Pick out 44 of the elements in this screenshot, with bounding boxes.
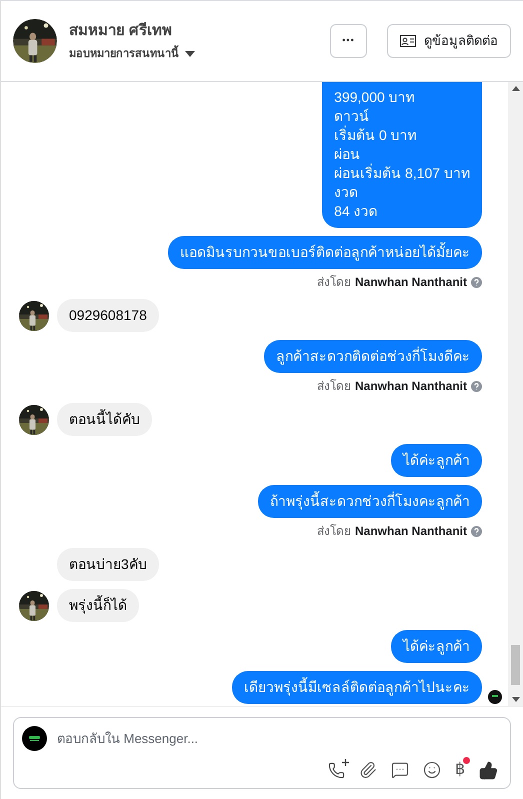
message-text: แอดมินรบกวนขอเบอร์ติดต่อลูกค้าหน่อยได้มั้ยคะ [180,243,470,262]
sent-by-label: ส่งโดย [316,274,351,291]
saved-replies-icon[interactable] [391,761,409,779]
reply-input-field[interactable]: ตอบกลับใน Messenger... [57,728,502,748]
scrollbar[interactable] [508,82,523,706]
message-bubble: 0929608178 [57,299,159,332]
scroll-up-arrow-icon[interactable] [512,86,520,91]
message-bubble: พรุ่งนี้ก็ได้ [57,589,139,622]
message-text: ลูกค้าสะดวกติดต่อช่วงกี่โมงดีคะ [276,347,470,366]
payment-button[interactable]: ฿ [455,761,465,778]
message-text: ได้ค่ะลูกค้า [403,637,470,656]
help-icon [471,380,482,392]
message-text: ถ้าพรุ่งนี้สะดวกช่วงกี่โมงคะลูกค้า [270,492,470,511]
sent-by-label: ส่งโดย [316,523,351,540]
contact-name: สมหมาย ศรีเทพ [69,20,174,40]
view-contact-button[interactable]: ดูข้อมูลติดต่อ [387,24,511,58]
sender-name: Nanwhan Nanthanit [354,274,467,291]
message-text: 399,000 บาท [334,88,416,107]
scroll-down-arrow-icon[interactable] [512,697,520,702]
more-button[interactable]: ••• [330,24,367,58]
assign-conversation-dropdown[interactable]: มอบหมายการสนทนานี้ [69,46,195,62]
message-text: ผ่อน [334,145,362,164]
message-bubble: ตอนบ่าย3คับ [57,548,159,581]
sender-name: Nanwhan Nanthanit [354,378,467,395]
seen-avatar-icon [488,690,502,704]
message-text: ได้ค่ะลูกค้า [403,451,470,470]
sent-by-label: ส่งโดย [316,378,351,395]
message-text: เริ่มต้น 0 บาท [334,126,418,145]
attach-icon[interactable] [359,761,377,779]
caret-icon [185,51,195,58]
message-text: 84 งวด [334,202,379,221]
help-icon [471,276,482,288]
emoji-icon[interactable] [423,761,441,779]
like-icon[interactable] [479,760,498,780]
page-logo-icon [22,726,47,751]
contact-card-icon [400,35,416,47]
message-text: เดียวพรุ่งนี้มีเซลล์ติดต่อลูกค้าไปนะคะ [244,678,470,697]
message-text: ดาวน์ [334,107,370,126]
help-icon [471,526,482,536]
scrollbar-thumb[interactable] [511,645,520,685]
message-bubble: ตอนนี้ได้คับ [57,403,152,436]
message-text: งวด [334,183,360,202]
message-text: ผ่อนเริ่มต้น 8,107 บาท [334,164,470,183]
sender-name: Nanwhan Nanthanit [354,523,467,540]
